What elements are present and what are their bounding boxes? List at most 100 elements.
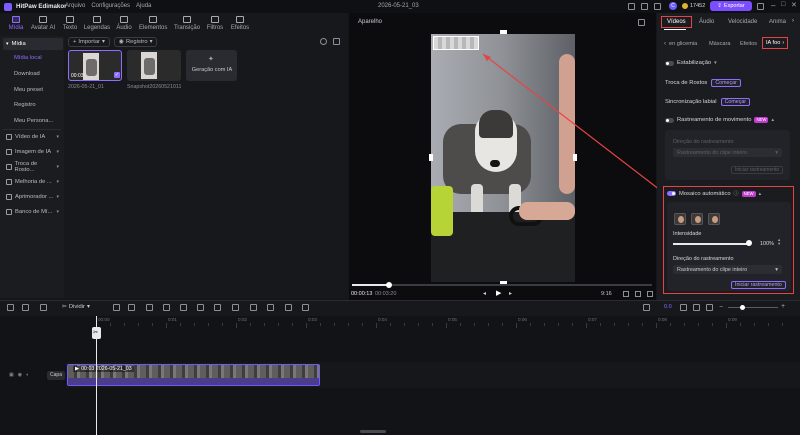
avatar[interactable]: C (669, 2, 677, 10)
close-icon[interactable]: ✕ (791, 1, 797, 9)
grid-icon[interactable] (641, 3, 648, 10)
video-frame[interactable] (431, 34, 575, 282)
motion-track-toggle[interactable] (665, 117, 674, 123)
notification-icon[interactable] (654, 3, 661, 10)
mirror-icon[interactable] (180, 304, 187, 311)
preview-scrubber[interactable] (352, 284, 652, 286)
fullscreen-icon[interactable] (647, 291, 653, 297)
quality-icon[interactable] (635, 291, 641, 297)
record-button[interactable]: ◉ Registro ▾ (113, 37, 158, 47)
tool-avatar[interactable]: Avatar AI (29, 16, 57, 36)
chevron-up-icon[interactable]: ▴ (759, 191, 762, 197)
start-tracking-button[interactable]: Iniciar rastreamento (731, 281, 786, 289)
sidebar-record[interactable]: Registro (14, 102, 36, 108)
tool-audio[interactable]: Áudio (110, 16, 138, 36)
lipsync-start-button[interactable]: Começar (720, 98, 751, 106)
sidebar-face-swap[interactable]: Troca de Rosto... ▾ (3, 161, 63, 173)
reverse-icon[interactable] (214, 304, 221, 311)
keyframe-icon[interactable] (302, 304, 309, 311)
check-icon[interactable]: ✓ (114, 72, 120, 78)
rotate-icon[interactable] (163, 304, 170, 311)
menu-help[interactable]: Ajuda (136, 3, 151, 9)
zoom-fit-icon[interactable] (706, 304, 713, 311)
sidebar-enhance[interactable]: Melhoria de ... ▾ (3, 176, 63, 188)
mosaic-region[interactable] (433, 36, 479, 50)
import-button[interactable]: + Importar ▾ (68, 37, 110, 47)
mosaic-toggle[interactable] (667, 191, 676, 196)
split-button[interactable]: ✂ Dividir ▾ (62, 304, 90, 310)
lock-icon[interactable]: ▣ (9, 372, 14, 378)
tab-videos[interactable]: Vídeos (661, 16, 692, 28)
cover-button[interactable]: Capa (47, 371, 65, 380)
resize-handle-left[interactable] (429, 154, 433, 161)
scrubber-knob[interactable] (386, 282, 392, 288)
freeze-icon[interactable] (197, 304, 204, 311)
sidebar-my-preset[interactable]: Meu preset (14, 87, 43, 93)
ai-generate-card[interactable]: ✦ Geração com IA (186, 50, 237, 81)
tool-text[interactable]: Texto (56, 16, 84, 36)
preview-settings-icon[interactable] (638, 19, 645, 26)
tool-subtitles[interactable]: Legendas (83, 16, 111, 36)
face-thumb[interactable] (708, 213, 720, 225)
shield-icon[interactable] (113, 304, 120, 311)
project-name[interactable]: 2026-05-21_03 (378, 3, 419, 9)
motion-dir-select[interactable]: Rastreamento do clipe inteiro ▾ (673, 148, 782, 157)
zoom-out-icon[interactable]: − (719, 304, 723, 311)
motion-start-button[interactable]: Iniciar rastreamento (731, 166, 784, 174)
search-icon[interactable] (333, 38, 340, 45)
maximize-icon[interactable]: □ (781, 1, 785, 8)
delete-icon[interactable] (40, 304, 47, 311)
intensity-slider[interactable] (673, 243, 749, 245)
sidebar-local-media[interactable]: Mídia local (14, 55, 42, 61)
tool-filters[interactable]: Filtros (201, 16, 229, 36)
detach-audio-icon[interactable] (267, 304, 274, 311)
mute-icon[interactable]: ◐ (26, 372, 29, 378)
menu-settings[interactable]: Configurações (91, 3, 130, 9)
link-icon[interactable] (680, 304, 687, 311)
undo-icon[interactable] (7, 304, 14, 311)
crop-icon[interactable] (128, 304, 135, 311)
speed-icon[interactable] (146, 304, 153, 311)
tab-animation[interactable]: Anima (769, 19, 792, 25)
menu-file[interactable]: Arquivo (65, 3, 85, 9)
zoom-knob[interactable] (740, 305, 745, 310)
redo-icon[interactable] (22, 304, 29, 311)
subtab-mask[interactable]: Máscara (709, 41, 730, 47)
refresh-icon[interactable] (320, 38, 327, 45)
stabilize-toggle[interactable] (665, 60, 674, 66)
adjust-icon[interactable] (232, 304, 239, 311)
sidebar-media[interactable]: ▾ Mídia (3, 38, 63, 50)
face-thumb[interactable] (674, 213, 686, 225)
chevron-left-icon[interactable]: ‹ (664, 41, 666, 47)
sidebar-ai-video[interactable]: Vídeo de IA ▾ (3, 131, 63, 143)
intensity-knob[interactable] (746, 240, 752, 246)
sidebar-media-bank[interactable]: Banco de Mí... ▾ (3, 206, 63, 218)
info-icon[interactable]: ⓘ (734, 190, 739, 197)
prev-frame-icon[interactable]: ◂ (483, 290, 486, 297)
chevron-right-icon[interactable]: › (792, 18, 794, 24)
mask-icon[interactable] (250, 304, 257, 311)
hide-icon[interactable]: ◉ (18, 372, 22, 378)
ai-cutout-icon[interactable] (285, 304, 292, 311)
sidebar-ai-image[interactable]: Imagem de IA ▾ (3, 146, 63, 158)
track-dir-select[interactable]: Rastreamento do clipe inteiro ▾ (673, 265, 782, 274)
tab-audio[interactable]: Áudio (699, 19, 714, 25)
microphone-icon[interactable] (643, 304, 650, 311)
tool-elements[interactable]: Elementos (139, 16, 167, 36)
resize-handle-right[interactable] (573, 154, 577, 161)
stepper-icon[interactable]: ▴ ▾ (778, 237, 780, 246)
menu-icon[interactable] (757, 3, 764, 10)
minimize-icon[interactable]: – (771, 1, 775, 10)
subtab-ai-tools[interactable]: IA foo › (762, 37, 789, 49)
tool-media[interactable]: Mídia (2, 16, 30, 36)
subtab-effects[interactable]: Efeitos (740, 41, 757, 47)
sidebar-improver[interactable]: Aprimorador ... ▾ (3, 191, 63, 203)
subtab-glicemia[interactable]: en glicemia (669, 41, 697, 47)
export-button[interactable]: ⇪ Exportar (710, 1, 752, 11)
media-thumb-clip[interactable]: 00:03 ✓ (68, 50, 122, 81)
chevron-down-icon[interactable]: ▾ (714, 60, 717, 66)
tool-effects[interactable]: Efeitos (226, 16, 254, 36)
face-swap-start-button[interactable]: Começar (711, 79, 741, 87)
chevron-up-icon[interactable]: ▴ (771, 117, 774, 123)
play-icon[interactable]: ▶ (496, 289, 501, 297)
